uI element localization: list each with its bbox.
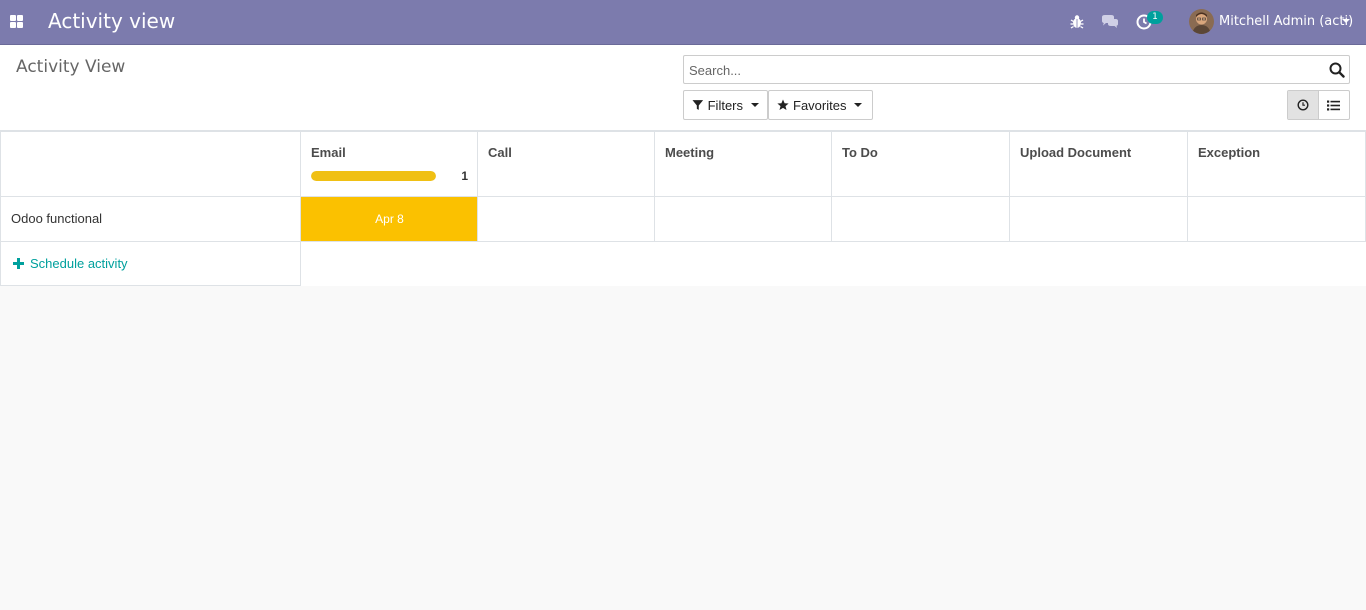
user-menu[interactable]: Mitchell Admin (acti) [1219,14,1353,29]
column-todo[interactable]: To Do [831,132,1010,196]
filter-icon [692,100,704,110]
list-view-button[interactable] [1319,91,1349,119]
column-label: Call [488,145,512,160]
breadcrumb: Activity View [16,57,126,77]
plus-icon [13,258,24,269]
search-input[interactable] [689,60,1309,80]
favorites-label: Favorites [793,97,847,113]
search-box[interactable] [683,55,1350,84]
record-name: Odoo functional [11,211,103,226]
activity-date: Apr 8 [375,212,404,226]
clock-icon [1297,99,1309,111]
favorites-button[interactable]: Favorites [768,90,873,120]
activity-cell-exception[interactable] [1187,197,1366,241]
schedule-activity-link[interactable]: Schedule activity [13,256,128,271]
column-email[interactable]: Email 1 [300,132,478,196]
filters-label: Filters [707,97,743,113]
column-label: Meeting [665,145,715,160]
activity-cell-todo[interactable] [831,197,1010,241]
progress-bar[interactable] [311,171,436,181]
chevron-down-icon[interactable] [1342,19,1350,23]
chevron-down-icon [751,103,759,107]
progress-fill [311,171,436,181]
table-filler [301,242,1366,286]
activity-cell-email[interactable]: Apr 8 [300,197,478,241]
activity-cell-upload-document[interactable] [1009,197,1188,241]
view-switcher [1287,90,1350,120]
table-header-row: Email 1 Call Meeting To Do Upload Docume… [0,131,1366,197]
column-exception[interactable]: Exception [1187,132,1366,196]
app-title: Activity view [48,9,176,33]
column-label: Exception [1198,145,1261,160]
bug-icon[interactable] [1067,12,1087,32]
user-avatar[interactable] [1189,9,1214,34]
column-label: Email [311,145,346,160]
star-icon [777,99,789,110]
column-meeting[interactable]: Meeting [654,132,832,196]
schedule-activity-label: Schedule activity [30,256,128,271]
activity-view-button[interactable] [1288,91,1319,119]
chevron-down-icon [854,103,863,107]
schedule-row: Schedule activity [0,242,301,286]
column-label: To Do [842,145,878,160]
apps-menu-icon[interactable] [10,15,23,28]
activity-badge: 1 [1147,11,1163,24]
column-upload-document[interactable]: Upload Document [1009,132,1188,196]
record-name-cell[interactable]: Odoo functional [0,197,301,241]
header-empty-cell [0,132,301,196]
activity-count: 1 [461,169,468,183]
top-navbar: Activity view 1 Mitchell Admin (acti) [0,0,1366,45]
chat-icon[interactable] [1100,12,1120,32]
list-icon [1327,100,1341,110]
column-call[interactable]: Call [477,132,655,196]
filters-button[interactable]: Filters [683,90,768,120]
search-icon[interactable] [1329,62,1345,78]
column-label: Upload Document [1020,145,1132,160]
activity-cell-meeting[interactable] [654,197,832,241]
table-row: Odoo functional Apr 8 [0,197,1366,242]
control-panel: Activity View Filters Favorites [0,45,1366,131]
activity-cell-call[interactable] [477,197,655,241]
